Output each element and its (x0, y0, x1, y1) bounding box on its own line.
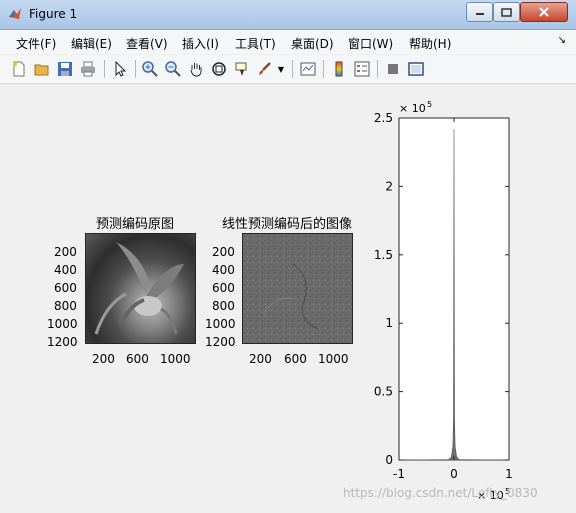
menu-edit[interactable]: 编辑(E) (71, 35, 112, 52)
x-tick-label: 200 (92, 352, 115, 366)
y-tick-label: 1000 (205, 317, 236, 331)
close-icon (539, 7, 549, 17)
x-tick-label: 1000 (318, 352, 349, 366)
y-exponent-power: 5 (427, 100, 432, 109)
original-image-title: 预测编码原图 (96, 217, 175, 232)
x-tick-label: 1000 (160, 352, 191, 366)
close-button[interactable] (520, 2, 568, 22)
save-icon[interactable] (56, 60, 74, 78)
matlab-icon (9, 8, 21, 19)
histogram-chart[interactable]: 00.511.522.5-1 0 1× 10 5× 10 5 (360, 95, 560, 510)
y-tick-label: 0.5 (374, 385, 393, 399)
figure-toolbar: ▼ (0, 55, 576, 84)
menu-insert[interactable]: 插入(I) (182, 35, 219, 52)
y-tick-label: 600 (212, 281, 235, 295)
menu-tools[interactable]: 工具(T) (235, 35, 276, 52)
maximize-button[interactable] (493, 2, 520, 22)
rotate-3d-icon[interactable] (210, 60, 228, 78)
x-tick-label: 600 (126, 352, 149, 366)
iris-flower-image (94, 242, 184, 335)
menu-view[interactable]: 查看(V) (126, 35, 168, 52)
y-tick-label: 1200 (205, 335, 236, 349)
y-tick-label: 400 (54, 263, 77, 277)
y-tick-label: 400 (212, 263, 235, 277)
encoded-image[interactable] (242, 233, 353, 344)
y-exponent-label: × 10 (399, 102, 426, 115)
y-tick-label: 2.5 (374, 111, 393, 125)
x-tick-label: 0 (450, 467, 458, 481)
y-tick-label: 1 (385, 316, 393, 330)
x-tick-label: 1 (505, 467, 513, 481)
open-file-icon[interactable] (33, 60, 51, 78)
menu-desktop[interactable]: 桌面(D) (291, 35, 334, 52)
data-cursor-icon[interactable] (233, 60, 251, 78)
y-tick-label: 0 (385, 453, 393, 467)
y-tick-label: 200 (212, 245, 235, 259)
y-tick-label: 1200 (47, 335, 78, 349)
y-tick-label: 2 (385, 179, 393, 193)
menu-bar: 文件(F) 编辑(E) 查看(V) 插入(I) 工具(T) 桌面(D) 窗口(W… (0, 30, 576, 54)
y-tick-label: 600 (54, 281, 77, 295)
zoom-in-icon[interactable] (141, 60, 159, 78)
toolbar-separator (104, 60, 105, 78)
link-plot-icon[interactable] (299, 60, 317, 78)
zoom-out-icon[interactable] (164, 60, 182, 78)
toolbar-separator (292, 60, 293, 78)
show-plot-tools-icon[interactable] (407, 60, 425, 78)
legend-icon[interactable] (353, 60, 371, 78)
maximize-icon (501, 7, 512, 17)
residual-noise-image (243, 234, 352, 343)
select-arrow-icon[interactable] (111, 60, 129, 78)
dock-arrow-icon[interactable]: ↘ (558, 35, 566, 46)
toolbar-separator (135, 60, 136, 78)
window-title: Figure 1 (29, 7, 78, 21)
toolbar-separator (377, 60, 378, 78)
toolbar-separator (323, 60, 324, 78)
pan-hand-icon[interactable] (187, 60, 205, 78)
x-tick-label: 600 (284, 352, 307, 366)
print-icon[interactable] (79, 60, 97, 78)
new-figure-icon[interactable] (10, 60, 28, 78)
hide-plot-tools-icon[interactable] (384, 60, 402, 78)
brush-icon[interactable] (256, 60, 274, 78)
chevron-down-icon[interactable]: ▼ (276, 60, 286, 78)
menu-help[interactable]: 帮助(H) (409, 35, 451, 52)
y-tick-label: 200 (54, 245, 77, 259)
y-tick-label: 800 (54, 299, 77, 313)
minimize-button[interactable] (466, 2, 493, 22)
y-tick-label: 1000 (47, 317, 78, 331)
minimize-icon (475, 13, 484, 15)
watermark-text: https://blog.csdn.net/Lefty_0830 (343, 486, 538, 500)
original-image[interactable] (85, 233, 196, 344)
x-tick-label: 200 (249, 352, 272, 366)
window-titlebar[interactable]: Figure 1 (0, 0, 576, 30)
x-tick-label: -1 (393, 467, 405, 481)
menu-file[interactable]: 文件(F) (16, 35, 56, 52)
y-tick-label: 800 (212, 299, 235, 313)
menu-window[interactable]: 窗口(W) (348, 35, 393, 52)
encoded-image-title: 线性预测编码后的图像 (222, 217, 353, 232)
colorbar-icon[interactable] (330, 60, 348, 78)
y-tick-label: 1.5 (374, 248, 393, 262)
